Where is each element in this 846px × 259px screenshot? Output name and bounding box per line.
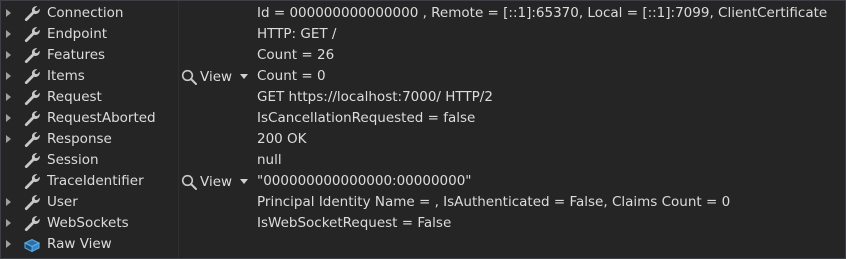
property-value: IsCancellationRequested = false	[257, 110, 476, 126]
property-row[interactable]: Endpoint HTTP: GET /	[1, 24, 845, 45]
wrench-icon	[24, 69, 40, 85]
wrench-icon	[24, 174, 40, 190]
property-row[interactable]: WebSockets IsWebSocketRequest = False	[1, 213, 845, 234]
visualizer-button[interactable]: View	[180, 172, 249, 191]
property-value: Count = 26	[257, 47, 335, 63]
expand-arrow-icon[interactable]	[6, 198, 11, 206]
property-name: WebSockets	[47, 215, 129, 231]
wrench-icon	[24, 6, 40, 22]
property-name: Raw View	[47, 236, 112, 252]
expand-arrow-icon[interactable]	[6, 219, 11, 227]
expand-arrow-icon[interactable]	[6, 51, 11, 59]
dropdown-caret-icon[interactable]	[240, 74, 249, 79]
property-row[interactable]: Response 200 OK	[1, 129, 845, 150]
wrench-icon	[24, 90, 40, 106]
property-name: Request	[47, 89, 102, 105]
expand-arrow-icon[interactable]	[6, 114, 11, 122]
property-value: "000000000000000:00000000"	[257, 173, 472, 189]
property-name: Endpoint	[47, 26, 108, 42]
visualizer-label: View	[200, 173, 233, 190]
property-value: null	[257, 152, 282, 168]
property-value: Count = 0	[257, 68, 326, 84]
property-row[interactable]: TraceIdentifier View "000000000000000:0000…	[1, 171, 845, 192]
visualizer-button[interactable]: View	[180, 67, 249, 86]
magnifier-icon	[181, 174, 197, 190]
expand-arrow-icon[interactable]	[6, 30, 11, 38]
property-name: TraceIdentifier	[47, 173, 144, 189]
expand-arrow-icon[interactable]	[6, 240, 11, 248]
property-value: 200 OK	[257, 131, 307, 147]
property-row[interactable]: Features Count = 26	[1, 45, 845, 66]
wrench-icon	[24, 27, 40, 43]
expand-arrow-icon[interactable]	[6, 135, 11, 143]
wrench-icon	[24, 111, 40, 127]
wrench-icon	[24, 195, 40, 211]
wrench-icon	[24, 48, 40, 64]
expand-arrow-icon[interactable]	[6, 93, 11, 101]
property-value: Principal Identity Name = , IsAuthentica…	[257, 194, 731, 210]
visualizer-label: View	[200, 68, 233, 85]
property-name: Items	[47, 68, 85, 84]
wrench-icon	[24, 216, 40, 232]
property-row[interactable]: Raw View	[1, 234, 845, 255]
property-value: Id = 000000000000000 , Remote = [::1]:65…	[257, 5, 828, 21]
property-name: Session	[47, 152, 99, 168]
magnifier-icon	[181, 69, 197, 85]
property-name: Response	[47, 131, 112, 147]
property-row[interactable]: Items View Count = 0	[1, 66, 845, 87]
locals-watch-window: Connection Id = 000000000000000 , Remote …	[0, 0, 846, 259]
wrench-icon	[24, 153, 40, 169]
property-row[interactable]: Request GET https://localhost:7000/ HTTP/…	[1, 87, 845, 108]
expand-arrow-icon[interactable]	[6, 72, 11, 80]
wrench-icon	[24, 132, 40, 148]
expand-arrow-icon[interactable]	[6, 9, 11, 17]
property-value: HTTP: GET /	[257, 26, 337, 42]
property-value: IsWebSocketRequest = False	[257, 215, 452, 231]
property-row[interactable]: Session null	[1, 150, 845, 171]
raw-view-icon	[23, 238, 41, 253]
property-row[interactable]: User Principal Identity Name = , IsAuthen…	[1, 192, 845, 213]
property-name: RequestAborted	[47, 110, 156, 126]
property-value: GET https://localhost:7000/ HTTP/2	[257, 89, 493, 105]
property-row[interactable]: Connection Id = 000000000000000 , Remote …	[1, 3, 845, 24]
property-name: Features	[47, 47, 106, 63]
dropdown-caret-icon[interactable]	[240, 179, 249, 184]
property-name: Connection	[47, 5, 124, 21]
property-row[interactable]: RequestAborted IsCancellationRequested = …	[1, 108, 845, 129]
property-name: User	[47, 194, 78, 210]
